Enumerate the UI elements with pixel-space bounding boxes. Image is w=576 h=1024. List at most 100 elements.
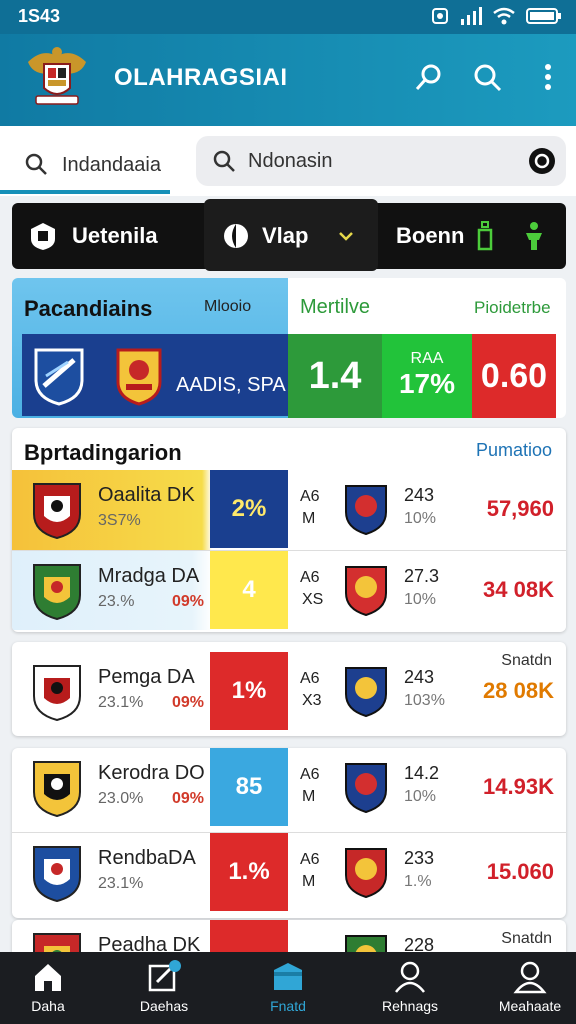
percent-badge: 85 bbox=[210, 748, 288, 826]
chevron-down-icon bbox=[339, 232, 354, 241]
summary-card[interactable]: Pacandiains Mlooio AADIS, SPA Mertilve P… bbox=[12, 278, 566, 418]
nav-label: Meahaate bbox=[498, 998, 562, 1014]
battery-icon bbox=[526, 8, 561, 24]
search-field-primary[interactable]: Indandaaia bbox=[0, 132, 170, 194]
stat-n2: 103% bbox=[404, 692, 445, 709]
nav-item-fnatd[interactable]: Fnatd bbox=[240, 952, 336, 1024]
search-icon[interactable] bbox=[472, 62, 502, 92]
row-value: 28 08K bbox=[483, 678, 554, 703]
stat-n1: 243 bbox=[404, 485, 435, 505]
tab-vlap[interactable]: Vlap bbox=[222, 203, 372, 269]
percent-value: 4 bbox=[242, 576, 256, 603]
nav-item-rehnags[interactable]: Rehnags bbox=[362, 952, 458, 1024]
ball-icon bbox=[224, 224, 248, 248]
table-row[interactable]: Kerodra DO 23.0% 09% 85 A6 M 14.2 10% 14… bbox=[12, 748, 566, 828]
more-vert-icon[interactable] bbox=[538, 62, 558, 92]
percent-badge: 2% bbox=[210, 470, 288, 548]
stat-n2: 1.% bbox=[404, 873, 432, 890]
standings-card: Snatdn Pemga DA 23.1% 09% 1% A6 X3 243 1… bbox=[12, 642, 566, 736]
sim-icon bbox=[432, 8, 448, 24]
percent-value: 1% bbox=[231, 677, 267, 704]
person-icon[interactable] bbox=[522, 221, 546, 251]
status-icons bbox=[430, 6, 562, 26]
percent-value: 2% bbox=[231, 495, 267, 522]
summary-team-text: AADIS, SPA bbox=[176, 374, 286, 396]
stat-a2: M bbox=[302, 788, 316, 805]
percent-badge: 4 bbox=[210, 551, 288, 629]
stat-n1: 27.3 bbox=[404, 566, 440, 586]
tab-boenn[interactable]: Boenn bbox=[396, 203, 566, 269]
team-crest-icon bbox=[34, 348, 84, 406]
nav-item-daha[interactable]: Daha bbox=[0, 952, 96, 1024]
team-name: Kerodra DO bbox=[98, 762, 205, 784]
standings-card: Bprtadingarion Pumatioo Oaalita DK 3S7% … bbox=[12, 428, 566, 632]
right-value: 0.60 bbox=[480, 356, 548, 395]
bottom-navigation: Daha Daehas Fnatd Rehnags Meahaate bbox=[0, 952, 576, 1024]
nav-label: Daehas bbox=[139, 998, 189, 1014]
team-name: RendbaDA bbox=[98, 847, 196, 869]
home-icon bbox=[35, 964, 61, 991]
search-icon bbox=[25, 153, 47, 175]
team-crest-icon bbox=[33, 564, 81, 621]
stat-a2: M bbox=[302, 510, 316, 527]
team-name: Mradga DA bbox=[98, 565, 200, 587]
table-row[interactable]: Mradga DA 23.% 09% 4 A6 XS 27.3 10% 34 0… bbox=[12, 550, 566, 630]
nav-label: Rehnags bbox=[381, 998, 439, 1014]
team-extra: 09% bbox=[172, 593, 205, 610]
row-value: 15.060 bbox=[486, 859, 554, 884]
search-icon bbox=[213, 150, 235, 172]
tab-uetenila[interactable]: Uetenila bbox=[28, 203, 204, 269]
table-row[interactable]: RendbaDA 23.1% 1.% A6 M 233 1.% 15.060 bbox=[12, 832, 566, 912]
standings-card: Kerodra DO 23.0% 09% 85 A6 M 14.2 10% 14… bbox=[12, 748, 566, 918]
team-extra: 09% bbox=[172, 694, 205, 711]
search-field-secondary-text: Ndonasin bbox=[248, 150, 333, 172]
percent-value: 1.% bbox=[228, 858, 270, 885]
share-tile: RAA 17% bbox=[382, 334, 472, 418]
summary-title: Pacandiains bbox=[24, 296, 153, 321]
stat-n2: 10% bbox=[404, 788, 437, 805]
opponent-crest-icon bbox=[345, 667, 387, 718]
row-value: 14.93K bbox=[483, 774, 554, 799]
opponent-crest-icon bbox=[345, 566, 387, 617]
team-crest-icon bbox=[33, 846, 81, 903]
status-time: 1S43 bbox=[18, 6, 61, 26]
stat-n2: 10% bbox=[404, 591, 437, 608]
nav-label: Fnatd bbox=[270, 998, 306, 1014]
tab-uetenila-label: Uetenila bbox=[72, 223, 158, 248]
profile-icon bbox=[395, 961, 425, 993]
team-stat: 23.0% bbox=[98, 790, 144, 807]
row-value: 57,960 bbox=[486, 496, 554, 521]
bottle-icon bbox=[478, 221, 493, 251]
right-tile: 0.60 bbox=[472, 334, 556, 418]
stat-a2: XS bbox=[302, 591, 324, 608]
nav-item-daehas[interactable]: Daehas bbox=[116, 952, 212, 1024]
voice-icon[interactable] bbox=[528, 147, 556, 175]
share-label: RAA bbox=[410, 350, 444, 367]
nav-item-meahaate[interactable]: Meahaate bbox=[482, 952, 576, 1024]
tab-vlap-label: Vlap bbox=[262, 223, 309, 248]
stat-a1: A6 bbox=[300, 569, 320, 586]
wifi-icon bbox=[493, 7, 515, 25]
section-link[interactable]: Pumatioo bbox=[476, 440, 552, 461]
search-field-secondary[interactable]: Ndonasin bbox=[196, 136, 566, 186]
right-label: Pioidetrbe bbox=[474, 298, 551, 317]
stat-a1: A6 bbox=[300, 488, 320, 505]
opponent-crest-icon bbox=[345, 848, 387, 899]
team-stat: 3S7% bbox=[98, 512, 141, 529]
table-row[interactable]: Oaalita DK 3S7% 2% A6 M 243 10% 57,960 bbox=[12, 470, 566, 550]
team-crest-icon bbox=[33, 665, 81, 722]
team-crest-icon bbox=[33, 761, 81, 818]
metric-label: Mertilve bbox=[300, 296, 371, 318]
search-icon[interactable] bbox=[414, 62, 444, 92]
percent-value: 85 bbox=[235, 773, 263, 800]
summary-subtitle: Mlooio bbox=[204, 298, 252, 315]
table-row[interactable]: Pemga DA 23.1% 09% 1% A6 X3 243 103% 28 … bbox=[12, 652, 566, 732]
status-bar: 1S43 bbox=[0, 0, 576, 34]
stat-n1: 243 bbox=[404, 667, 435, 687]
app-bar: OLAHRAGSIAI bbox=[0, 34, 576, 126]
team-crest-icon bbox=[33, 483, 81, 540]
stat-n2: 10% bbox=[404, 510, 437, 527]
team-stat: 23.1% bbox=[98, 875, 144, 892]
stat-a1: A6 bbox=[300, 766, 320, 783]
emblem-logo bbox=[28, 47, 86, 105]
